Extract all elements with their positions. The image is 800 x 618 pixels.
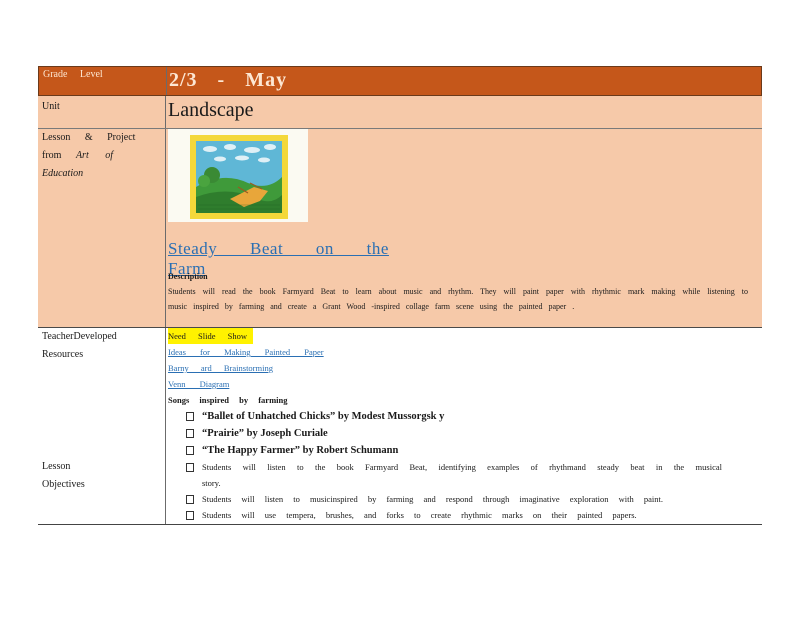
grade-label-cell: Grade Level — [43, 67, 163, 80]
objective-item: Students will listen to the book Farmyar… — [168, 459, 722, 491]
description-heading: Description — [168, 272, 208, 281]
resources-value-cell: Need Slide Show Ideas for Making Painted… — [168, 328, 760, 523]
objectives-label: Lesson Objectives — [42, 461, 85, 490]
checkbox-bullet-icon — [186, 446, 194, 455]
lesson-artwork-image — [168, 129, 308, 222]
songs-heading: Songs inspired by farming — [168, 395, 288, 405]
unit-value-cell: Landscape — [168, 96, 760, 122]
lesson-description: Description Students will read the book … — [168, 269, 748, 314]
column-divider — [165, 328, 166, 524]
song-item: “The Happy Farmer” by Robert Schumann — [168, 442, 760, 459]
unit-label: Unit — [42, 101, 60, 112]
resource-link-venn-diagram[interactable]: Venn Diagram — [168, 376, 760, 392]
checkbox-bullet-icon — [186, 495, 194, 504]
objective-text: Students will use tempera, brushes, and … — [202, 510, 637, 520]
objective-item: Students will listen to musicinspired by… — [168, 491, 722, 507]
checkbox-bullet-icon — [186, 463, 194, 472]
lesson-label-source-line: from Art of Education — [42, 147, 162, 183]
grade-row: Grade Level 2/3 - May — [38, 66, 762, 96]
slideshow-note: Need Slide Show — [168, 328, 760, 344]
resources-row: TeacherDeveloped Resources Lesson Object… — [38, 328, 762, 524]
checkbox-bullet-icon — [186, 511, 194, 520]
resource-link-painted-paper[interactable]: Ideas for Making Painted Paper — [168, 344, 760, 360]
song-item: “Ballet of Unhatched Chicks” by Modest M… — [168, 408, 760, 425]
need-slideshow-highlight: Need Slide Show — [168, 328, 254, 344]
description-text: Students will read the book Farmyard Bea… — [168, 287, 748, 311]
objective-item: Students will use tempera, brushes, and … — [168, 507, 722, 523]
grade-value: 2/3 - May — [169, 69, 288, 91]
objective-text: Students will listen to musicinspired by… — [202, 494, 663, 504]
column-divider — [165, 96, 166, 128]
unit-row: Unit Landscape — [38, 96, 762, 129]
resources-label-cell: TeacherDeveloped Resources — [42, 328, 162, 364]
song-title: “Prairie” by Joseph Curiale — [202, 428, 328, 439]
checkbox-bullet-icon — [186, 429, 194, 438]
objective-text: Students will listen to the book Farmyar… — [202, 462, 722, 488]
column-divider — [166, 67, 167, 95]
objectives-label-cell: Lesson Objectives — [42, 458, 162, 494]
grade-value-cell: 2/3 - May — [169, 67, 761, 92]
lesson-row: Lesson & Project from Art of Education S… — [38, 129, 762, 328]
artwork-svg — [168, 129, 308, 222]
lesson-label-cell: Lesson & Project from Art of Education — [42, 129, 162, 183]
lesson-label-line1: Lesson & Project — [42, 132, 136, 143]
unit-value: Landscape — [168, 99, 254, 121]
lesson-label-from: from — [42, 150, 62, 161]
song-title: “Ballet of Unhatched Chicks” by Modest M… — [202, 411, 445, 422]
column-divider — [165, 129, 166, 327]
checkbox-bullet-icon — [186, 412, 194, 421]
unit-label-cell: Unit — [42, 96, 162, 116]
song-item: “Prairie” by Joseph Curiale — [168, 425, 760, 442]
song-title: “The Happy Farmer” by Robert Schumann — [202, 445, 399, 456]
lesson-plan-table: Grade Level 2/3 - May Unit Landscape Les… — [38, 66, 762, 525]
grade-label: Grade Level — [43, 69, 103, 80]
resources-label: TeacherDeveloped Resources — [42, 331, 117, 360]
resource-link-brainstorming[interactable]: Barny ard Brainstorming — [168, 360, 760, 376]
